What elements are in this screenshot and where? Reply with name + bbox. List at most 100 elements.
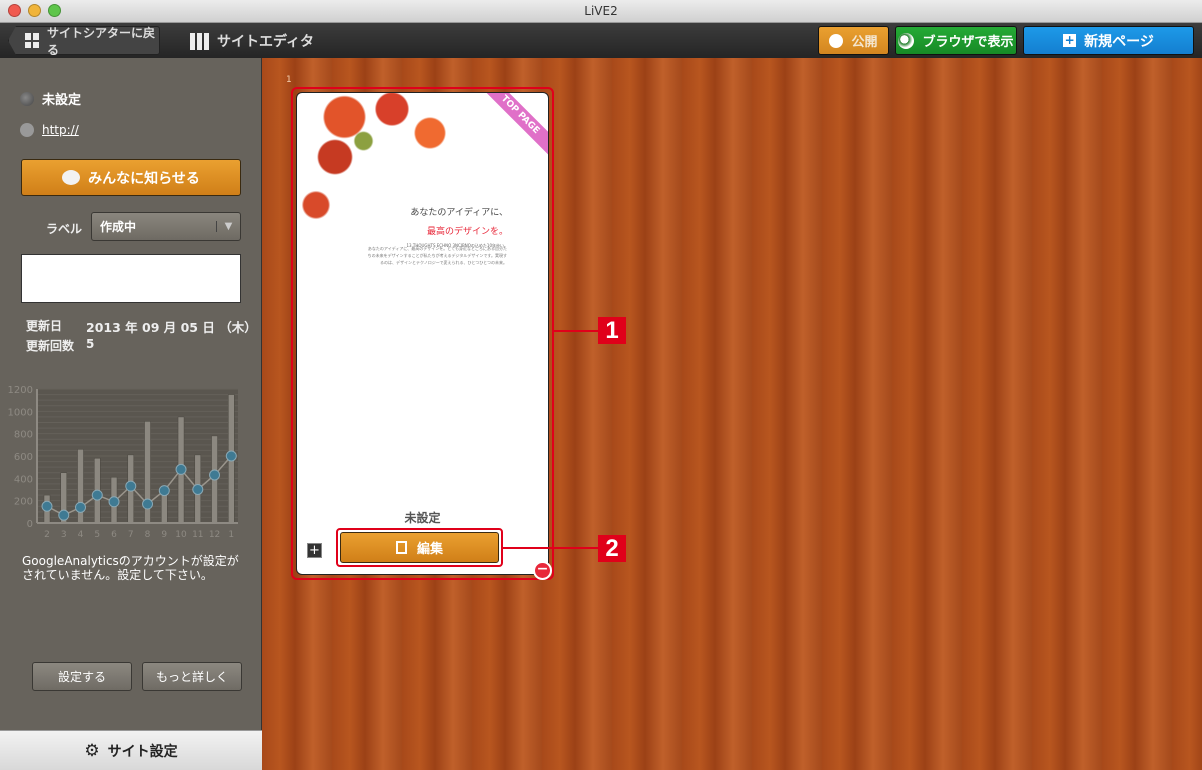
editor-title-text: サイトエディタ <box>217 34 315 50</box>
top-page-ribbon: TOP PAGE <box>478 93 548 157</box>
data-point <box>209 469 221 481</box>
window-title: LiVE2 <box>584 4 618 18</box>
top-page-badge: TOP PAGE <box>498 93 542 137</box>
site-name: 未設定 <box>42 93 82 108</box>
gear-icon: ⚙ <box>84 740 100 761</box>
x-tick-label: 7 <box>128 530 134 540</box>
preview-text: あなたのアイディアに、 最高のデザインを。 13 THOUGHTS ECHNO … <box>328 205 508 249</box>
add-page-icon: + <box>1063 33 1077 47</box>
x-tick-label: 9 <box>161 530 167 540</box>
data-point <box>58 509 70 521</box>
data-point <box>75 501 87 513</box>
site-settings-label: サイト設定 <box>107 743 178 760</box>
data-point <box>175 463 187 475</box>
publish-button[interactable]: 公開 <box>818 26 889 55</box>
edit-icon <box>395 541 407 554</box>
duplicate-page-icon[interactable]: + <box>307 543 322 558</box>
page-index: 1 <box>286 75 292 85</box>
site-url-row: http:// <box>20 123 79 137</box>
data-point <box>91 489 103 501</box>
y-tick-label: 400 <box>14 474 33 485</box>
x-tick-label: 2 <box>44 530 50 540</box>
x-tick-label: 8 <box>145 530 151 540</box>
speech-bubble-icon <box>62 170 81 185</box>
label-select[interactable]: 作成中 ▼ <box>91 212 241 241</box>
publish-label: 公開 <box>851 35 878 50</box>
label-caption: ラベル <box>46 222 83 236</box>
y-tick-label: 600 <box>14 452 33 463</box>
minimize-window-button[interactable] <box>28 4 41 17</box>
toolbar: サイトシアターに戻る サイトエディタ 公開 ブラウザで表示 + 新規ページ <box>0 23 1202 58</box>
back-label: サイトシアターに戻る <box>47 25 156 57</box>
x-tick-label: 10 <box>175 530 187 540</box>
setup-label: 設定する <box>57 670 106 684</box>
publish-icon <box>829 33 844 48</box>
sidebar: 未設定 http:// みんなに知らせる ラベル 作成中 ▼ 更新日 2013 … <box>0 58 262 770</box>
data-point <box>41 500 53 512</box>
data-point <box>108 496 120 508</box>
updated-value: 2013 年 09 月 05 日 （木） <box>86 320 257 335</box>
analytics-message: GoogleAnalyticsのアカウントが設定がされていません。設定して下さい… <box>22 554 239 582</box>
edit-button[interactable]: 編集 <box>340 532 499 563</box>
page-name: 未設定 <box>404 511 441 525</box>
more-info-button[interactable]: もっと詳しく <box>142 662 242 691</box>
globe-icon <box>898 32 915 49</box>
new-page-label: 新規ページ <box>1084 33 1154 50</box>
preview-body: あなたのアイディアに、最高のデザインを。とても身近なところにある自分たちの未来を… <box>367 246 507 265</box>
x-tick-label: 3 <box>61 530 67 540</box>
callout-1-line <box>554 330 598 332</box>
data-point <box>142 498 154 510</box>
site-name-row: 未設定 <box>20 89 81 108</box>
window-controls <box>8 4 61 17</box>
view-in-browser-button[interactable]: ブラウザで表示 <box>895 26 1017 55</box>
edit-button-outline: 編集 <box>336 528 503 567</box>
delete-page-button[interactable]: − <box>533 561 552 580</box>
browser-label: ブラウザで表示 <box>922 35 1014 50</box>
site-icon <box>20 91 34 106</box>
x-tick-label: 1 <box>228 530 234 540</box>
announce-label: みんなに知らせる <box>88 170 200 187</box>
update-count-value: 5 <box>86 337 95 351</box>
page-card-top[interactable]: TOP PAGE あなたのアイディアに、 最高のデザインを。 13 THOUGH… <box>291 87 554 580</box>
columns-icon <box>190 32 209 50</box>
setup-button[interactable]: 設定する <box>32 662 132 691</box>
editor-title: サイトエディタ <box>190 31 314 51</box>
chevron-down-icon: ▼ <box>216 221 240 232</box>
x-tick-label: 6 <box>111 530 117 540</box>
x-tick-label: 5 <box>94 530 100 540</box>
x-tick-label: 11 <box>192 530 203 540</box>
y-tick-label: 200 <box>14 497 33 508</box>
back-to-theater-button[interactable]: サイトシアターに戻る <box>8 26 160 55</box>
y-tick-label: 0 <box>27 519 33 530</box>
y-tick-label: 800 <box>14 430 33 441</box>
callout-1: 1 <box>598 317 626 344</box>
preview-headline-accent: 最高のデザインを。 <box>426 227 508 237</box>
zoom-window-button[interactable] <box>48 4 61 17</box>
callout-2: 2 <box>598 535 626 562</box>
update-count-label: 更新回数 <box>26 339 75 353</box>
globe-icon <box>20 123 34 137</box>
new-page-button[interactable]: + 新規ページ <box>1023 26 1194 55</box>
site-settings-button[interactable]: ⚙ サイト設定 <box>0 730 262 770</box>
data-point <box>192 484 204 495</box>
updated-label: 更新日 <box>26 319 63 333</box>
analytics-chart: 0200400600800100012002 3 4 5 6 7 8 9 10 11 12 1 <box>8 385 238 540</box>
preview-headline: あなたのアイディアに、 <box>410 208 508 218</box>
grid-icon <box>25 33 39 48</box>
edit-label: 編集 <box>416 542 443 557</box>
more-label: もっと詳しく <box>155 670 228 684</box>
callout-2-line <box>503 547 598 549</box>
y-tick-label: 1200 <box>8 385 33 396</box>
close-window-button[interactable] <box>8 4 21 17</box>
data-point <box>225 450 237 462</box>
site-url-link[interactable]: http:// <box>42 123 79 137</box>
x-tick-label: 4 <box>78 530 84 540</box>
data-point <box>125 480 137 492</box>
label-value: 作成中 <box>100 220 137 234</box>
y-tick-label: 1000 <box>8 407 33 418</box>
memo-textarea[interactable] <box>21 254 241 303</box>
data-point <box>158 485 170 497</box>
title-bar: LiVE2 <box>0 0 1202 23</box>
announce-button[interactable]: みんなに知らせる <box>21 159 241 196</box>
x-tick-label: 12 <box>209 530 220 540</box>
